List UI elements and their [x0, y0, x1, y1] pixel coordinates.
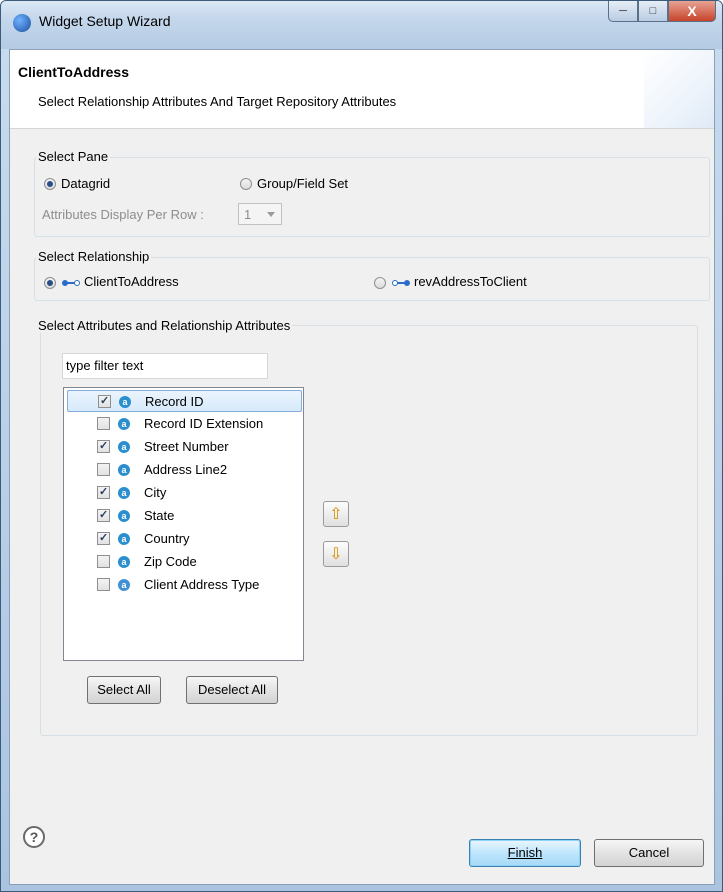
- attribute-icon: a: [118, 510, 130, 522]
- attribute-icon: a: [118, 556, 130, 568]
- radio-client-to-address-label[interactable]: ClientToAddress: [62, 274, 179, 289]
- radio-datagrid-label[interactable]: Datagrid: [61, 176, 110, 191]
- banner-graphic: [644, 50, 714, 128]
- relationship-attribute-icon: a: [118, 579, 130, 591]
- help-icon[interactable]: ?: [23, 826, 45, 848]
- radio-client-to-address[interactable]: [44, 277, 56, 289]
- list-item-label: Record ID: [145, 394, 204, 409]
- title-bar[interactable]: Widget Setup Wizard ─ □ X: [1, 1, 722, 49]
- checkbox[interactable]: [97, 485, 110, 499]
- list-item-label: Street Number: [144, 439, 229, 454]
- reverse-relationship-icon: [392, 279, 410, 287]
- attributes-list[interactable]: a Record ID a Record ID Extension a Stre…: [63, 387, 304, 661]
- attributes-legend: Select Attributes and Relationship Attri…: [36, 318, 293, 333]
- relationship-icon: [62, 279, 80, 287]
- window-title: Widget Setup Wizard: [39, 13, 171, 29]
- per-row-label: Attributes Display Per Row :: [42, 207, 204, 222]
- maximize-button[interactable]: □: [638, 1, 668, 22]
- attribute-icon: a: [119, 396, 131, 408]
- radio-group-field-set-label[interactable]: Group/Field Set: [257, 176, 348, 191]
- filter-input[interactable]: type filter text: [62, 353, 268, 379]
- list-item[interactable]: a State: [67, 505, 302, 527]
- checkbox[interactable]: [97, 508, 110, 522]
- select-pane-group: [34, 157, 710, 237]
- page-subtitle: Select Relationship Attributes And Targe…: [38, 94, 397, 109]
- move-up-button[interactable]: ⇧: [323, 501, 349, 527]
- checkbox[interactable]: [97, 578, 110, 591]
- list-item-label: Zip Code: [144, 554, 197, 569]
- list-item[interactable]: a Address Line2: [67, 459, 302, 481]
- list-item-label: Address Line2: [144, 462, 228, 477]
- minimize-button[interactable]: ─: [608, 1, 638, 22]
- list-item[interactable]: a Zip Code: [67, 551, 302, 573]
- per-row-select[interactable]: 1: [238, 203, 282, 225]
- wizard-banner: ClientToAddress Select Relationship Attr…: [10, 50, 714, 129]
- radio-datagrid[interactable]: [44, 178, 56, 190]
- attribute-icon: a: [118, 418, 130, 430]
- per-row-value: 1: [244, 207, 252, 222]
- app-icon: [13, 14, 31, 32]
- checkbox[interactable]: [97, 463, 110, 476]
- checkbox[interactable]: [97, 417, 110, 430]
- wizard-body: ClientToAddress Select Relationship Attr…: [9, 49, 715, 885]
- list-item-label: State: [144, 508, 175, 523]
- window-controls: ─ □ X: [608, 1, 716, 23]
- list-item[interactable]: a Client Address Type: [67, 574, 302, 596]
- attribute-icon: a: [118, 533, 130, 545]
- list-item-label: Client Address Type: [144, 577, 260, 592]
- list-item[interactable]: a City: [67, 482, 302, 504]
- radio-rev-address-to-client-label[interactable]: revAddressToClient: [392, 274, 527, 289]
- radio-group-field-set[interactable]: [240, 178, 252, 190]
- page-title: ClientToAddress: [18, 64, 129, 80]
- radio-rev-address-to-client[interactable]: [374, 277, 386, 289]
- list-item[interactable]: a Street Number: [67, 436, 302, 458]
- checkbox[interactable]: [97, 555, 110, 568]
- finish-label: Finish: [507, 845, 543, 860]
- wizard-window: Widget Setup Wizard ─ □ X ClientToAddres…: [0, 0, 723, 892]
- finish-button[interactable]: Finish: [469, 839, 581, 867]
- list-item[interactable]: a Country: [67, 528, 302, 550]
- checkbox[interactable]: [97, 439, 110, 453]
- select-relationship-legend: Select Relationship: [36, 249, 152, 264]
- list-item-label: City: [144, 485, 167, 500]
- attribute-icon: a: [118, 487, 130, 499]
- deselect-all-button[interactable]: Deselect All: [186, 676, 278, 704]
- select-pane-legend: Select Pane: [36, 149, 111, 164]
- cancel-button[interactable]: Cancel: [594, 839, 704, 867]
- close-button[interactable]: X: [668, 1, 716, 22]
- list-item-label: Record ID Extension: [144, 416, 264, 431]
- arrow-down-icon: ⇩: [329, 546, 343, 563]
- checkbox[interactable]: [98, 394, 111, 408]
- list-item-label: Country: [144, 531, 190, 546]
- select-all-button[interactable]: Select All: [87, 676, 161, 704]
- move-down-button[interactable]: ⇩: [323, 541, 349, 567]
- arrow-up-icon: ⇧: [329, 506, 343, 523]
- list-item[interactable]: a Record ID: [67, 390, 302, 412]
- checkbox[interactable]: [97, 531, 110, 545]
- attribute-icon: a: [118, 464, 130, 476]
- attribute-icon: a: [118, 441, 130, 453]
- chevron-down-icon: [267, 212, 275, 217]
- list-item[interactable]: a Record ID Extension: [67, 413, 302, 435]
